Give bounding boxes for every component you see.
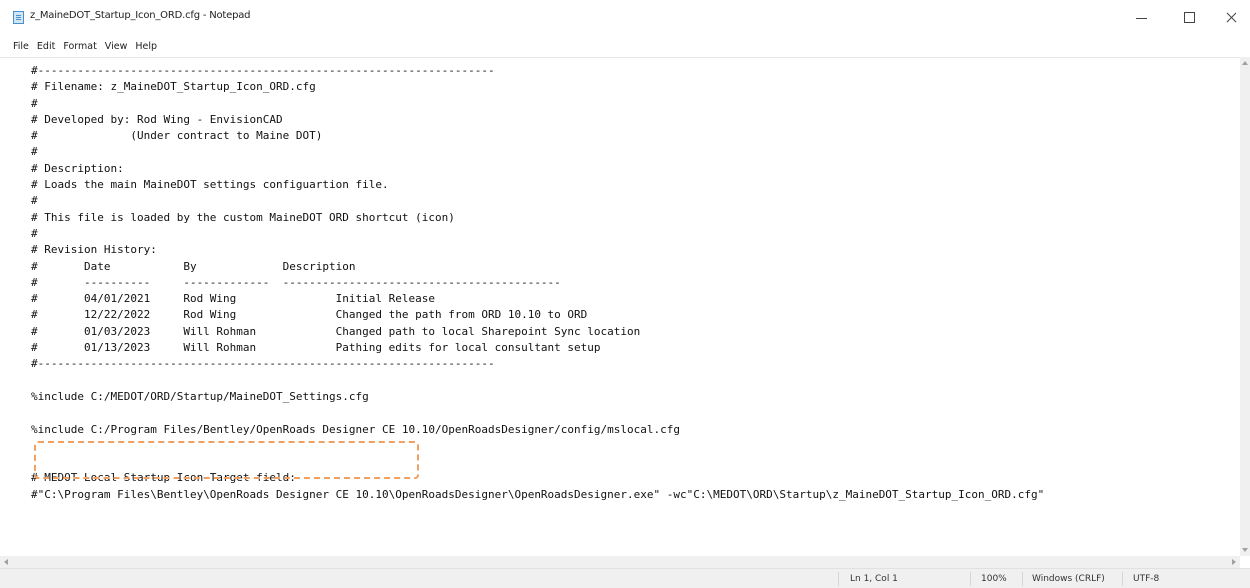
menu-bar: File Edit Format View Help: [0, 36, 161, 56]
code-line: #: [31, 194, 38, 208]
code-line: # MEDOT Local Startup Icon Target field:: [31, 471, 296, 485]
scroll-right-icon[interactable]: [1232, 559, 1236, 565]
code-line: # ---------- ------------- -------------…: [31, 275, 561, 289]
encoding: UTF-8: [1133, 574, 1160, 584]
vertical-scrollbar[interactable]: [1240, 57, 1250, 556]
include-line-highlighted: %include C:/MEDOT/ORD/Startup/MaineDOT_S…: [31, 389, 369, 403]
code-line: #: [31, 226, 38, 240]
minimize-icon: [1135, 17, 1147, 19]
window-title: z_MaineDOT_Startup_Icon_ORD.cfg - Notepa…: [30, 10, 251, 21]
maximize-icon: [1183, 11, 1195, 23]
code-line: # This file is loaded by the custom Main…: [31, 210, 455, 224]
horizontal-scrollbar[interactable]: [0, 556, 1240, 568]
cursor-position: Ln 1, Col 1: [850, 574, 898, 584]
zoom-level: 100%: [981, 574, 1007, 584]
code-line: # Description:: [31, 161, 124, 175]
status-separator: [1022, 572, 1023, 586]
code-line: # Revision History:: [31, 243, 157, 257]
menu-help[interactable]: Help: [131, 41, 161, 52]
code-line: #---------------------------------------…: [31, 64, 495, 77]
status-separator: [838, 572, 839, 586]
maximize-button[interactable]: [1172, 4, 1206, 30]
scroll-up-icon[interactable]: [1242, 61, 1248, 65]
notepad-window: z_MaineDOT_Startup_Icon_ORD.cfg - Notepa…: [0, 0, 1250, 588]
scroll-left-icon[interactable]: [4, 559, 8, 565]
code-line: # 01/13/2023 Will Rohman Pathing edits f…: [31, 341, 601, 355]
status-separator: [970, 572, 971, 586]
close-icon: [1226, 12, 1237, 23]
menu-edit[interactable]: Edit: [33, 41, 59, 52]
close-button[interactable]: [1214, 4, 1248, 30]
code-line: # 12/22/2022 Rod Wing Changed the path f…: [31, 308, 588, 322]
line-endings: Windows (CRLF): [1032, 574, 1105, 584]
title-bar[interactable]: z_MaineDOT_Startup_Icon_ORD.cfg - Notepa…: [0, 0, 1250, 34]
code-line: # Date By Description: [31, 259, 356, 273]
code-line: # 01/03/2023 Will Rohman Changed path to…: [31, 324, 641, 338]
notepad-icon: [13, 11, 24, 24]
code-line: # (Under contract to Maine DOT): [31, 129, 323, 143]
code-line: # 04/01/2021 Rod Wing Initial Release: [31, 292, 435, 306]
code-line: # Filename: z_MaineDOT_Startup_Icon_ORD.…: [31, 80, 316, 94]
editor-content[interactable]: #---------------------------------------…: [31, 63, 1044, 503]
status-separator: [1122, 572, 1123, 586]
menu-format[interactable]: Format: [59, 41, 100, 52]
menu-view[interactable]: View: [101, 41, 132, 52]
minimize-button[interactable]: [1124, 4, 1158, 30]
status-bar: Ln 1, Col 1 100% Windows (CRLF) UTF-8: [0, 568, 1250, 588]
code-line: #: [31, 145, 38, 159]
code-line: #: [31, 96, 38, 110]
menu-file[interactable]: File: [9, 41, 33, 52]
code-line: %include C:/Program Files/Bentley/OpenRo…: [31, 422, 681, 436]
text-editor[interactable]: #---------------------------------------…: [0, 57, 1240, 557]
code-line: #---------------------------------------…: [31, 357, 495, 371]
code-line: # Loads the main MaineDOT settings confi…: [31, 178, 389, 192]
code-line: # Developed by: Rod Wing - EnvisionCAD: [31, 112, 283, 126]
scroll-down-icon[interactable]: [1242, 548, 1248, 552]
code-line: #"C:\Program Files\Bentley\OpenRoads Des…: [31, 487, 1045, 501]
